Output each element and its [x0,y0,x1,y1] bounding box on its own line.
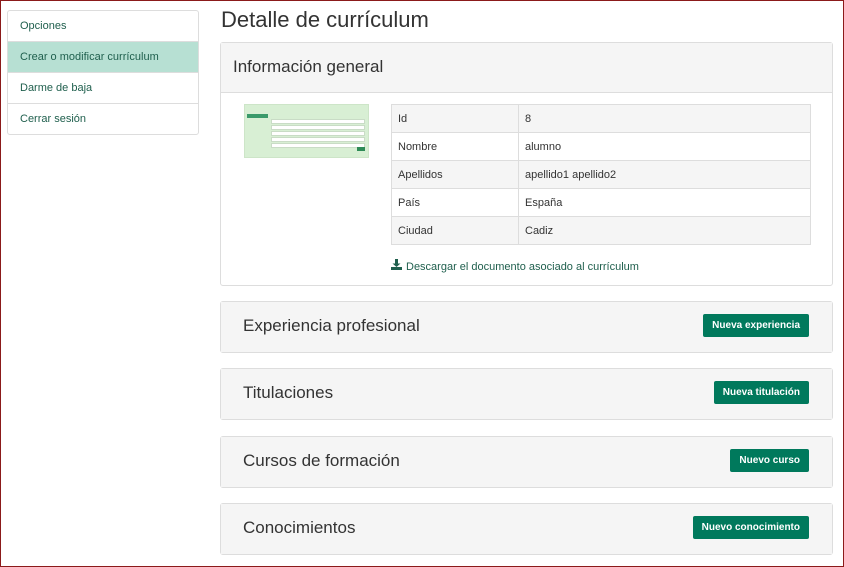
section-heading: Titulaciones Nueva titulación [221,369,832,419]
download-link-label: Descargar el documento asociado al currí… [406,261,639,273]
row-value: Cadiz [518,216,811,245]
row-key: Nombre [391,132,519,161]
table-row: Nombre alumno [391,132,811,161]
thumbnail-field [271,137,365,142]
section-experiencia: Experiencia profesional Nueva experienci… [220,301,833,353]
info-panel-heading: Información general [221,43,832,93]
section-heading: Cursos de formación Nuevo curso [221,437,832,487]
table-row: Id 8 [391,104,811,133]
thumbnail-field [271,119,365,124]
section-titulaciones: Titulaciones Nueva titulación [220,368,833,420]
section-title: Titulaciones [243,383,334,402]
page-title: Detalle de currículum [221,7,429,32]
row-value: 8 [518,104,811,133]
sidebar-item-cerrar-sesion[interactable]: Cerrar sesión [8,103,198,134]
new-course-button[interactable]: Nuevo curso [730,449,809,472]
row-value: alumno [518,132,811,161]
sidebar: Opciones Crear o modificar currículum Da… [7,10,199,135]
new-knowledge-button[interactable]: Nuevo conocimiento [692,516,809,539]
table-row: Apellidos apellido1 apellido2 [391,160,811,189]
section-title: Conocimientos [243,518,356,537]
new-experience-button[interactable]: Nueva experiencia [703,314,809,337]
table-row: País España [391,188,811,217]
thumbnail-field [271,125,365,130]
info-panel-title: Información general [233,57,384,76]
section-cursos: Cursos de formación Nuevo curso [220,436,833,488]
row-key: Apellidos [391,160,519,189]
section-heading: Experiencia profesional Nueva experienci… [221,302,832,352]
thumbnail-field [271,131,365,136]
section-title: Experiencia profesional [243,316,420,335]
thumbnail-button [357,147,365,151]
section-heading: Conocimientos Nuevo conocimiento [221,504,832,554]
info-panel: Información general Id 8 Nombre alumno A… [220,42,833,286]
sidebar-item-darme-de-baja[interactable]: Darme de baja [8,72,198,103]
section-conocimientos: Conocimientos Nuevo conocimiento [220,503,833,555]
download-link[interactable]: Descargar el documento asociado al currí… [391,259,639,273]
section-title: Cursos de formación [243,451,400,470]
sidebar-item-crear-modificar[interactable]: Crear o modificar currículum [8,41,198,72]
download-icon [391,259,403,273]
row-value: España [518,188,811,217]
sidebar-item-opciones[interactable]: Opciones [8,11,198,41]
new-degree-button[interactable]: Nueva titulación [713,381,809,404]
row-value: apellido1 apellido2 [518,160,811,189]
document-thumbnail[interactable] [244,104,369,158]
row-key: Ciudad [391,216,519,245]
table-row: Ciudad Cadiz [391,216,811,245]
row-key: País [391,188,519,217]
thumbnail-field [271,143,365,148]
row-key: Id [391,104,519,133]
details-table: Id 8 Nombre alumno Apellidos apellido1 a… [391,104,811,245]
thumbnail-header-bar [247,114,268,118]
